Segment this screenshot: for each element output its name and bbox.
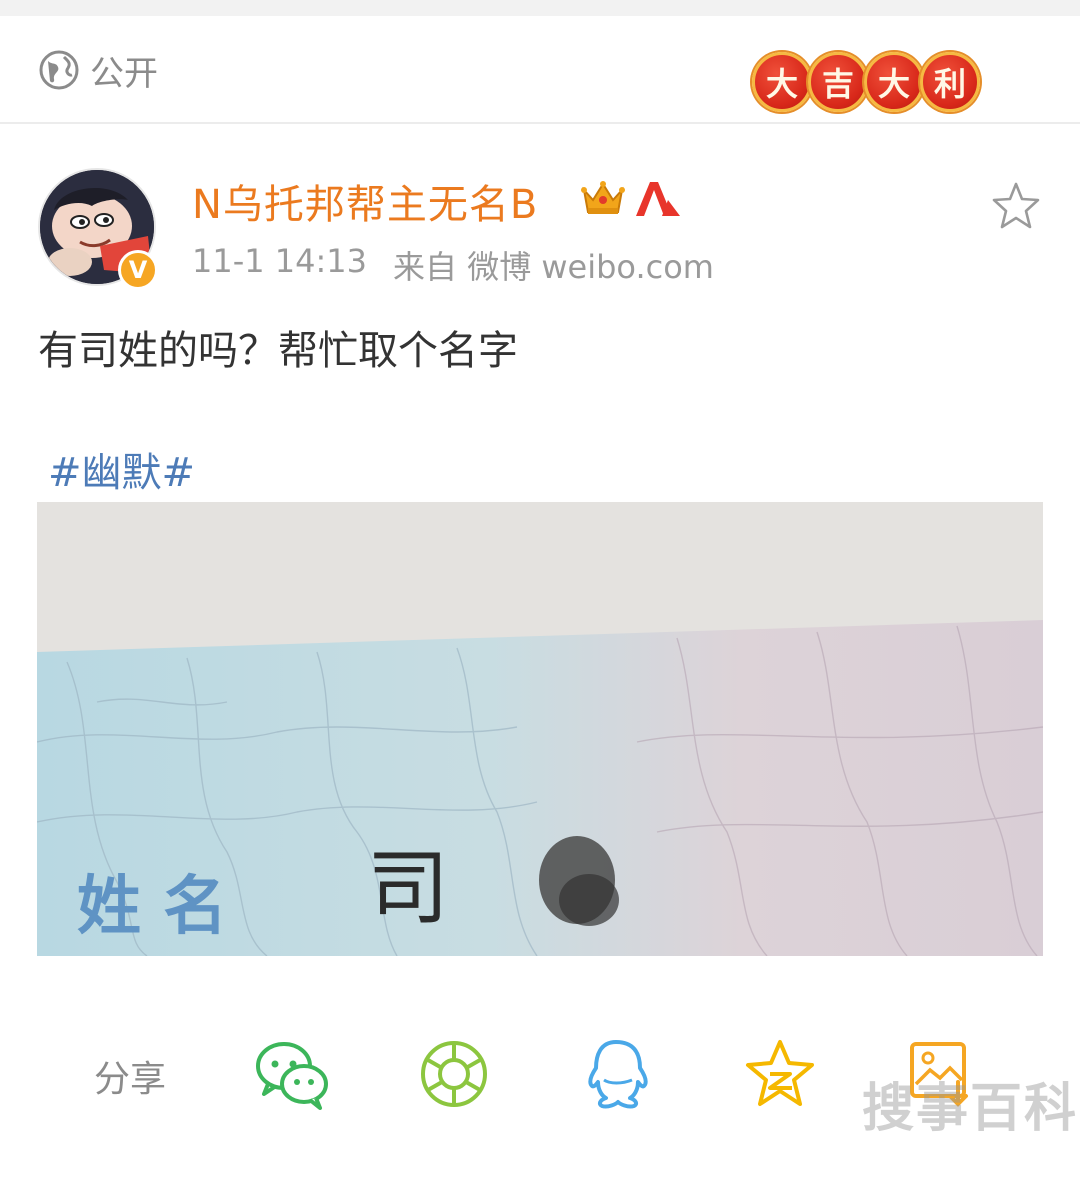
post-time: 11-1 14:13 [192,242,368,280]
qzone-icon[interactable] [742,1038,818,1110]
moments-icon[interactable] [418,1038,494,1110]
festival-seal-3: 大 [864,52,924,112]
wechat-icon[interactable] [254,1038,330,1110]
crown-icon[interactable] [580,178,626,218]
post-source: 来自 微博 weibo.com [393,248,714,286]
header-divider [0,122,1080,124]
qq-icon[interactable] [580,1038,656,1110]
post-image-content: 姓 名 司 [37,502,1043,956]
post-image[interactable]: 姓 名 司 [37,502,1043,956]
share-label: 分享 [94,1059,167,1100]
member-level-icon[interactable] [634,178,682,218]
favorite-star-icon[interactable] [990,180,1042,232]
watermark: 搜事百科 [862,1079,1079,1139]
globe-icon [39,50,79,90]
festival-seal-4: 利 [920,52,980,112]
author-name[interactable]: N乌托邦帮主无名B [192,172,538,230]
post-meta: 11-1 14:13 来自 微博 weibo.com [192,242,714,288]
festival-seal-2: 吉 [808,52,868,112]
author-avatar-wrap[interactable]: V [38,168,158,290]
festival-seal-1: 大 [752,52,812,112]
festival-badge[interactable]: 大 吉 大 利 [752,52,980,112]
verified-badge: V [118,250,158,290]
top-strip [0,0,1080,16]
weibo-post-page: 公开 大 吉 大 利 V N乌托邦帮主无名B 11-1 14:13 来自 微博 … [0,0,1080,1180]
hashtag-link[interactable]: #幽默# [48,440,195,498]
photo-surname: 司 [367,841,449,936]
visibility-indicator[interactable]: 公开 [38,48,158,94]
photo-name-label: 姓 名 [77,870,227,944]
post-text: 有司姓的吗？帮忙取个名字 [38,328,518,374]
visibility-label: 公开 [90,53,158,94]
